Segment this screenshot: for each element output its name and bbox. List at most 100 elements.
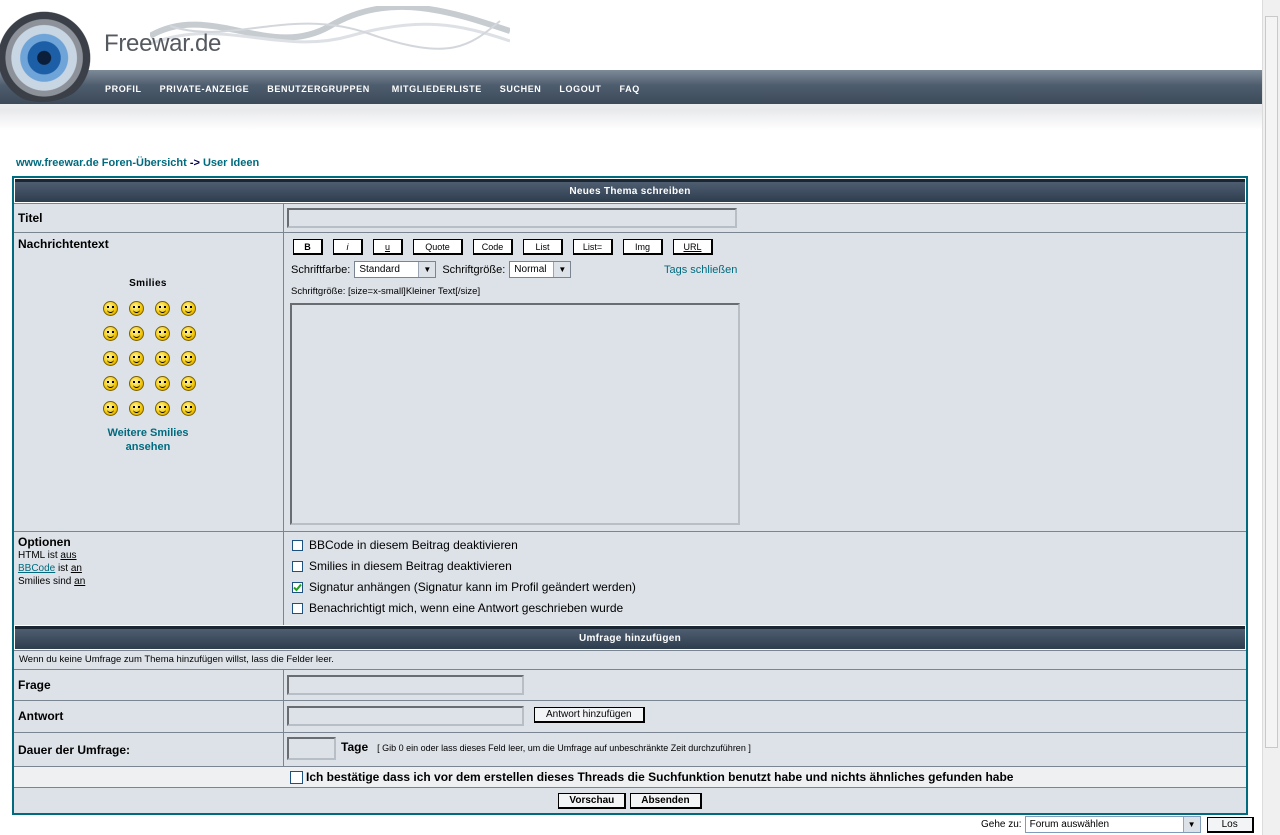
more-smilies-link[interactable]: Weitere Smilies ansehen bbox=[98, 426, 198, 454]
breadcrumb-home[interactable]: www.freewar.de Foren-Übersicht bbox=[16, 157, 187, 169]
html-status: HTML ist aus bbox=[18, 549, 279, 562]
header-banner bbox=[0, 0, 1262, 130]
checkmark-icon bbox=[293, 584, 302, 592]
smiley-icon[interactable] bbox=[129, 326, 144, 341]
main-nav: PROFIL PRIVATE-ANZEIGE BENUTZERGRUPPEN M… bbox=[105, 84, 640, 94]
add-answer-button[interactable]: Antwort hinzufügen bbox=[534, 707, 645, 723]
smiley-icon[interactable] bbox=[155, 401, 170, 416]
code-button[interactable]: Code bbox=[473, 239, 513, 255]
message-textarea[interactable] bbox=[290, 303, 740, 525]
nav-suchen[interactable]: SUCHEN bbox=[500, 84, 542, 94]
quote-button[interactable]: Quote bbox=[413, 239, 463, 255]
html-status-value: aus bbox=[60, 550, 77, 561]
helpline: Schriftgröße: [size=x-small]Kleiner Text… bbox=[291, 286, 481, 297]
smiley-icon[interactable] bbox=[155, 326, 170, 341]
smiley-icon[interactable] bbox=[129, 376, 144, 391]
smiley-icon[interactable] bbox=[181, 301, 196, 316]
option-notify[interactable]: Benachrichtigt mich, wenn eine Antwort g… bbox=[287, 598, 1243, 619]
bbcode-status-text: ist bbox=[58, 563, 69, 574]
option-disable-smilies[interactable]: Smilies in diesem Beitrag deaktivieren bbox=[287, 556, 1243, 577]
bbcode-link[interactable]: BBCode bbox=[18, 563, 55, 574]
go-button[interactable]: Los bbox=[1206, 816, 1254, 833]
smiley-icon[interactable] bbox=[155, 301, 170, 316]
breadcrumb: www.freewar.de Foren-Übersicht -> User I… bbox=[16, 157, 259, 169]
message-label: Nachrichtentext bbox=[18, 237, 109, 251]
smiley-icon[interactable] bbox=[103, 301, 118, 316]
font-color-select[interactable]: Standard ▼ bbox=[354, 261, 437, 278]
nav-profil[interactable]: PROFIL bbox=[105, 84, 142, 94]
post-form: Neues Thema schreiben Titel Nachrichtent… bbox=[12, 176, 1248, 815]
nav-private-anzeige[interactable]: PRIVATE-ANZEIGE bbox=[160, 84, 250, 94]
smilies-status-text: Smilies sind bbox=[18, 576, 72, 587]
forum-page: Freewar.de PROFIL PRIVATE-ANZEIGE BENUTZ… bbox=[0, 0, 1262, 835]
smiley-icon[interactable] bbox=[129, 401, 144, 416]
smiley-icon[interactable] bbox=[181, 401, 196, 416]
breadcrumb-separator: -> bbox=[189, 157, 200, 169]
font-size-select[interactable]: Normal ▼ bbox=[509, 261, 572, 278]
submit-button[interactable]: Absenden bbox=[630, 792, 702, 809]
confirm-checkbox[interactable] bbox=[290, 770, 303, 784]
smiley-icon[interactable] bbox=[129, 351, 144, 366]
smilies-label: Smilies bbox=[129, 278, 167, 289]
nav-logout[interactable]: LOGOUT bbox=[559, 84, 601, 94]
duration-label: Dauer der Umfrage: bbox=[18, 743, 131, 757]
bold-button[interactable]: B bbox=[293, 239, 323, 255]
checkbox-checked[interactable] bbox=[292, 582, 303, 594]
breadcrumb-forum[interactable]: User Ideen bbox=[203, 157, 259, 169]
option-label: Benachrichtigt mich, wenn eine Antwort g… bbox=[309, 601, 624, 615]
smilies-status-value: an bbox=[74, 576, 86, 587]
confirm-row: Ich bestätige dass ich vor dem erstellen… bbox=[14, 767, 1013, 787]
smiley-icon[interactable] bbox=[103, 326, 118, 341]
checkbox[interactable] bbox=[292, 561, 303, 573]
list-ordered-button[interactable]: List= bbox=[573, 239, 613, 255]
duration-hint: [ Gib 0 ein oder lass dieses Feld leer, … bbox=[377, 743, 751, 753]
form-heading: Neues Thema schreiben bbox=[15, 179, 1245, 202]
nav-faq[interactable]: FAQ bbox=[620, 84, 640, 94]
img-button[interactable]: Img bbox=[623, 239, 663, 255]
poll-info: Wenn du keine Umfrage zum Thema hinzufüg… bbox=[19, 654, 334, 665]
bbcode-status-value: an bbox=[70, 563, 82, 574]
forum-select[interactable]: Forum auswählen ▼ bbox=[1024, 816, 1201, 833]
smiley-icon[interactable] bbox=[181, 376, 196, 391]
smiley-icon[interactable] bbox=[103, 401, 118, 416]
font-size-label: Schriftgröße: bbox=[442, 263, 506, 276]
close-tags-link[interactable]: Tags schließen bbox=[664, 264, 737, 276]
smiley-icon[interactable] bbox=[155, 376, 170, 391]
checkbox[interactable] bbox=[292, 603, 303, 615]
smiley-icon[interactable] bbox=[103, 351, 118, 366]
answer-label: Antwort bbox=[18, 709, 64, 723]
smiley-icon[interactable] bbox=[103, 376, 118, 391]
jump-box: Gehe zu: Forum auswählen ▼ Los bbox=[981, 816, 1254, 833]
list-button[interactable]: List bbox=[523, 239, 563, 255]
question-label: Frage bbox=[18, 678, 51, 692]
option-label: Smilies in diesem Beitrag deaktivieren bbox=[309, 559, 512, 573]
vertical-scrollbar[interactable] bbox=[1262, 0, 1280, 835]
answer-input[interactable] bbox=[287, 706, 524, 726]
site-logo: Freewar.de bbox=[104, 30, 222, 57]
chevron-down-icon: ▼ bbox=[418, 262, 436, 277]
font-color-value: Standard bbox=[359, 264, 400, 275]
underline-button[interactable]: u bbox=[373, 239, 403, 255]
nav-benutzergruppen[interactable]: BENUTZERGRUPPEN bbox=[267, 84, 370, 94]
option-disable-bbcode[interactable]: BBCode in diesem Beitrag deaktivieren bbox=[287, 535, 1243, 556]
preview-button[interactable]: Vorschau bbox=[558, 792, 627, 809]
smiley-icon[interactable] bbox=[129, 301, 144, 316]
url-button[interactable]: URL bbox=[673, 239, 713, 255]
scrollbar-thumb[interactable] bbox=[1265, 16, 1278, 748]
smiley-icon[interactable] bbox=[181, 351, 196, 366]
duration-input[interactable] bbox=[287, 737, 336, 760]
bbcode-status: BBCode ist an bbox=[18, 562, 279, 575]
confirm-label: Ich bestätige dass ich vor dem erstellen… bbox=[306, 770, 1014, 784]
option-attach-signature[interactable]: Signatur anhängen (Signatur kann im Prof… bbox=[287, 577, 1243, 598]
smiley-icon[interactable] bbox=[181, 326, 196, 341]
nav-mitgliederliste[interactable]: MITGLIEDERLISTE bbox=[392, 84, 482, 94]
chevron-down-icon: ▼ bbox=[553, 262, 571, 277]
smilies-status: Smilies sind an bbox=[18, 575, 279, 588]
smiley-icon[interactable] bbox=[155, 351, 170, 366]
italic-button[interactable]: i bbox=[333, 239, 363, 255]
font-options: Schriftfarbe: Standard ▼ Schriftgröße: No… bbox=[291, 261, 572, 278]
jump-label: Gehe zu: bbox=[981, 819, 1022, 830]
title-input[interactable] bbox=[287, 208, 737, 228]
checkbox[interactable] bbox=[292, 540, 303, 552]
question-input[interactable] bbox=[287, 675, 524, 695]
